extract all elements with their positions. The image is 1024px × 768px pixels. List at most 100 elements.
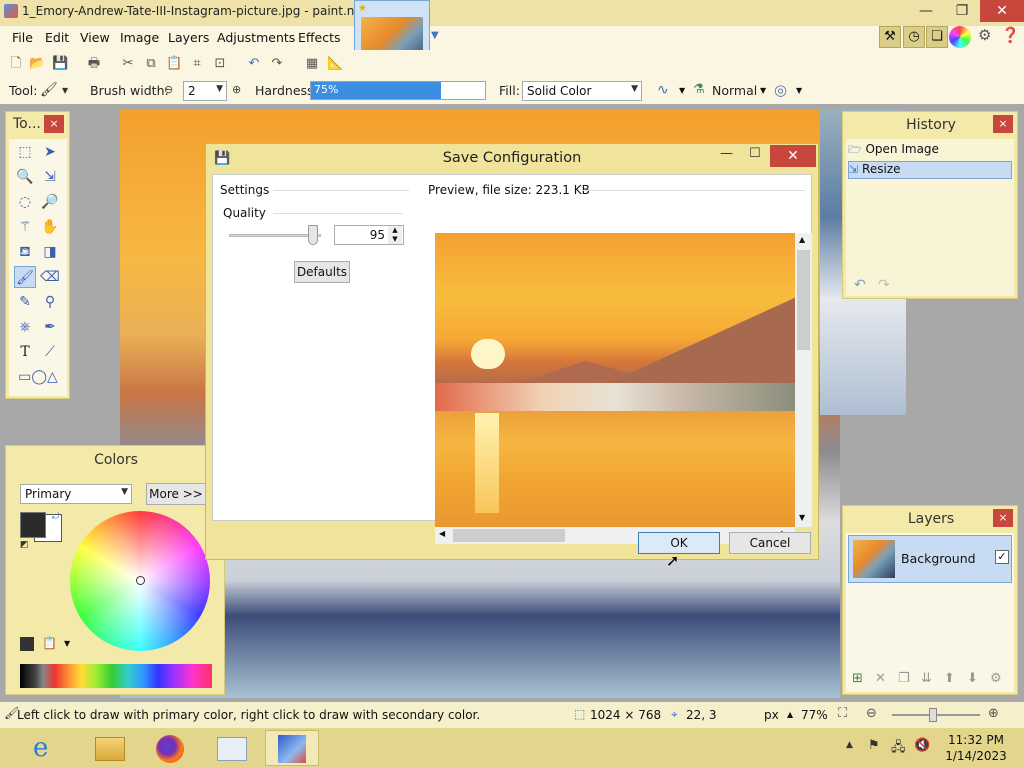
help-icon[interactable]: ❓ [1001,26,1020,44]
pan-hand-icon[interactable]: ✋ [39,216,61,238]
layer-visibility-checkbox[interactable]: ✓ [995,550,1009,564]
menu-file[interactable]: File [12,30,33,45]
copy-icon[interactable]: ⧉ [143,56,159,72]
antialias-chevron-icon[interactable]: ▼ [679,86,685,95]
history-redo-icon[interactable]: ↷ [878,277,890,293]
history-undo-icon[interactable]: ↶ [854,277,866,293]
redo-icon[interactable]: ↷ [269,56,285,72]
zoom-slider-thumb[interactable] [929,708,937,722]
colors-toggle-icon[interactable] [949,26,971,48]
preview-horizontal-scroll-thumb[interactable] [453,529,565,542]
deselect-icon[interactable]: ⊡ [212,56,228,72]
network-icon[interactable]: 🖧 [891,738,906,760]
scroll-down-icon[interactable]: ▼ [799,513,805,522]
maximize-button[interactable]: ❐ [946,0,978,22]
cut-icon[interactable]: ✂ [120,56,136,72]
quality-down-icon[interactable]: ▼ [388,235,402,244]
lasso-select-icon[interactable]: 🔍 [14,166,36,188]
menu-view[interactable]: View [80,30,110,45]
taskbar-firefox[interactable] [143,730,197,766]
brush-width-combo[interactable]: 2 ▼ [183,81,227,101]
undo-icon[interactable]: ↶ [246,56,262,72]
magic-wand-icon[interactable]: ⚚ [14,216,36,238]
add-layer-icon[interactable]: ⊞ [852,671,863,686]
menu-edit[interactable]: Edit [45,30,69,45]
hardness-slider[interactable]: 75% [310,81,486,100]
menu-adjustments[interactable]: Adjustments [217,30,295,45]
add-palette-color-icon[interactable] [20,637,34,651]
color-palette[interactable] [20,664,212,688]
action-center-flag-icon[interactable]: ⚑ [868,738,880,753]
text-tool-icon[interactable]: T [14,341,36,363]
primary-color-swatch[interactable] [20,512,46,538]
pencil-icon[interactable]: ✎ [14,291,36,313]
swap-colors-icon[interactable]: ⤾ [52,512,60,522]
selection-mode-chevron-icon[interactable]: ▼ [796,86,802,95]
move-selection-icon[interactable]: ➤ [39,141,61,163]
quality-up-icon[interactable]: ▲ [388,226,402,235]
dialog-close-button[interactable]: ✕ [770,145,816,167]
scroll-left-icon[interactable]: ◀ [439,529,445,538]
menu-image[interactable]: Image [120,30,159,45]
quality-slider-thumb[interactable] [308,225,318,245]
paste-icon[interactable]: 📋 [166,56,182,72]
preview-vertical-scrollbar[interactable]: ▲ ▼ [795,233,812,527]
fill-combo[interactable]: Solid Color ▼ [522,81,642,101]
blend-mode-value[interactable]: Normal [712,83,757,98]
palette-menu-icon[interactable]: 📋 [42,636,57,650]
tools-panel-close-button[interactable]: × [44,115,64,133]
move-layer-up-icon[interactable]: ⬆ [944,671,955,686]
line-curve-icon[interactable]: ⟋ [39,341,61,363]
history-panel-close-button[interactable]: × [993,115,1013,133]
clock-time[interactable]: 11:32 PM [946,733,1006,747]
crop-icon[interactable]: ⌗ [189,56,205,72]
antialiasing-icon[interactable]: ∿ [657,82,669,98]
duplicate-layer-icon[interactable]: ❐ [898,671,910,686]
zoom-icon[interactable]: 🔎 [39,191,61,213]
blend-chevron-icon[interactable]: ▼ [760,86,766,95]
decrease-width-icon[interactable]: ⊖ [164,83,173,96]
layer-properties-icon[interactable]: ⚙ [990,671,1002,686]
zoom-in-icon[interactable]: ⊕ [988,706,999,721]
dialog-minimize-button[interactable]: — [720,146,733,161]
color-mode-combo[interactable]: Primary ▼ [20,484,132,504]
history-item[interactable]: 🗁 Open Image [848,141,1012,159]
color-picker-icon[interactable]: ⚲ [39,291,61,313]
close-window-button[interactable]: ✕ [980,0,1024,22]
move-selected-icon[interactable]: ⇲ [39,166,61,188]
print-icon[interactable]: 🖶 [86,56,102,72]
volume-muted-icon[interactable]: 🔇 [914,738,930,753]
tool-dropdown-chevron-icon[interactable]: ▼ [62,86,68,95]
recolor-icon[interactable]: ✒ [39,316,61,338]
dialog-maximize-button[interactable]: ☐ [749,146,761,161]
taskbar-task-manager[interactable] [204,730,258,766]
taskbar-internet-explorer[interactable]: e [20,730,74,766]
zoom-to-window-icon[interactable]: ⛶ [838,706,847,721]
more-colors-button[interactable]: More >> [146,483,206,505]
menu-layers[interactable]: Layers [168,30,209,45]
grid-icon[interactable]: ▦ [304,56,320,72]
tray-expand-icon[interactable]: ▲ [846,740,853,750]
zoom-level[interactable]: 77% [801,708,828,722]
history-toggle-icon[interactable]: ◷ [903,26,925,48]
eraser-icon[interactable]: ⌫ [39,266,61,288]
save-icon[interactable]: 💾 [52,56,68,72]
move-layer-down-icon[interactable]: ⬇ [967,671,978,686]
palette-chevron-icon[interactable]: ▼ [64,639,70,648]
paint-bucket-icon[interactable]: ⛾ [14,241,36,263]
taskbar-paint-net[interactable] [265,730,319,766]
ruler-icon[interactable]: 📐 [327,56,343,72]
selection-mode-icon[interactable]: ◎ [774,81,787,99]
tab-list-chevron-icon[interactable]: ▼ [431,30,439,41]
history-item[interactable]: ⇲ Resize [848,161,1012,179]
preview-vertical-scroll-thumb[interactable] [797,250,810,350]
tools-toggle-icon[interactable]: ⚒ [879,26,901,48]
taskbar-file-explorer[interactable] [82,730,136,766]
color-wheel-marker[interactable] [136,576,145,585]
paintbrush-tool-icon[interactable]: 🖌 [40,82,58,98]
new-image-icon[interactable]: 🗋 [8,56,24,72]
gradient-icon[interactable]: ◨ [39,241,61,263]
increase-width-icon[interactable]: ⊕ [232,83,241,96]
reset-colors-icon[interactable]: ◩ [20,540,29,550]
quality-spinner[interactable]: 95 ▲ ▼ [334,225,404,245]
